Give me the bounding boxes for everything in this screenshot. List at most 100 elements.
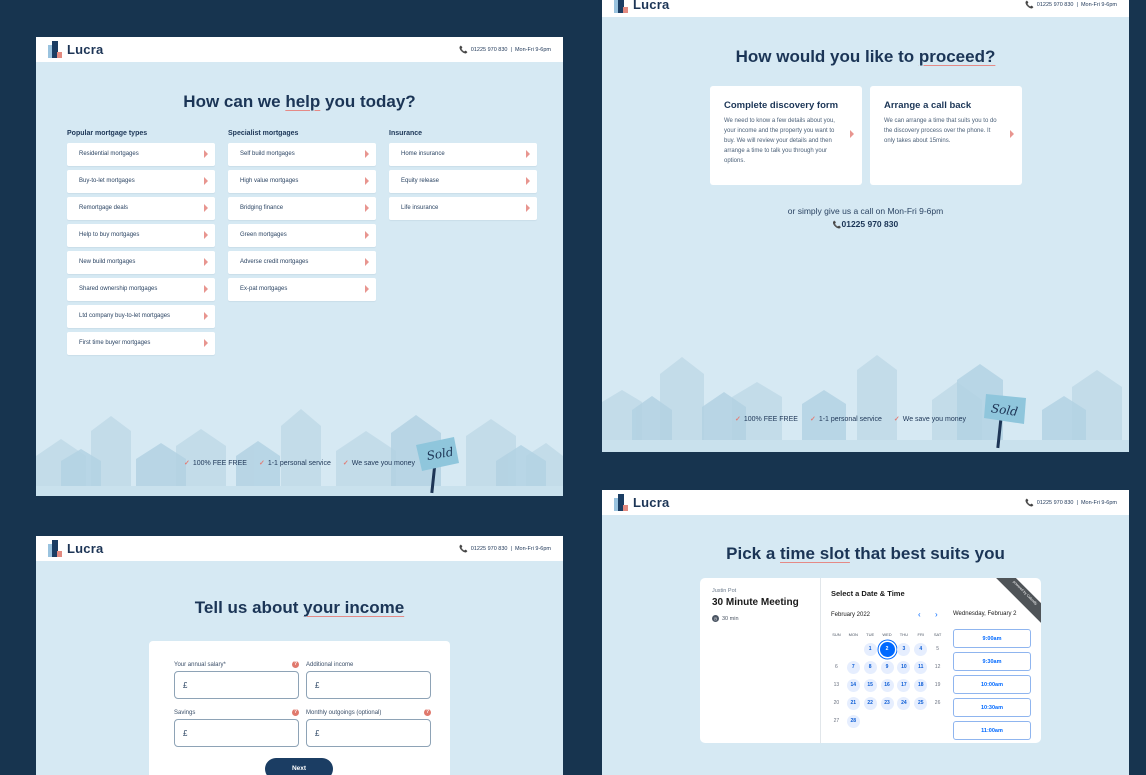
mortgage-option[interactable]: Green mortgages [228,224,376,247]
help-icon[interactable]: ? [292,661,299,668]
chevron-right-icon [526,177,530,186]
available-date[interactable]: 3 [895,641,912,658]
page-title: How would you like to proceed? [735,47,996,66]
mortgage-option[interactable]: Life insurance [389,197,537,220]
income-form: Your annual salary* ? £ Additional incom… [149,641,450,775]
sold-sign-icon: Sold [984,392,1032,452]
available-date[interactable]: 4 [912,641,929,658]
header-phone[interactable]: 01225 970 830 [1037,2,1074,8]
call-phone[interactable]: 📞01225 970 830 [602,219,1129,229]
selected-date[interactable]: 2 [879,641,896,658]
available-date[interactable]: 25 [912,695,929,712]
available-date[interactable]: 21 [845,695,862,712]
neighborhood-illustration [602,352,1129,452]
available-date[interactable]: 8 [862,659,879,676]
mortgage-option[interactable]: Home insurance [389,143,537,166]
phone-icon: 📞 [1025,499,1034,507]
available-date[interactable]: 9 [879,659,896,676]
additional-income-input[interactable]: £ [306,671,431,699]
check-icon: ✓ [734,416,741,423]
available-date[interactable]: 10 [895,659,912,676]
top-bar: Lucra 📞 01225 970 830 | Mon-Fri 9-6pm [36,37,563,62]
annual-salary-input[interactable]: £ [174,671,299,699]
feature-item: ✓ 1-1 personal service [258,459,331,468]
check-icon: ✓ [258,460,265,467]
feature-label: We save you money [902,415,967,423]
calendar-week: 13 14 15 16 17 18 19 [828,676,946,694]
savings-input[interactable]: £ [174,719,299,747]
available-date[interactable]: 16 [879,677,896,694]
available-date[interactable]: 24 [895,695,912,712]
mortgage-option[interactable]: Self build mortgages [228,143,376,166]
sold-sign-icon: Sold [414,437,462,496]
header-contact: 📞 01225 970 830 | Mon-Fri 9-6pm [459,46,551,54]
available-date[interactable]: 17 [895,677,912,694]
mortgage-option[interactable]: Ex-pat mortgages [228,278,376,301]
available-date[interactable]: 14 [845,677,862,694]
header-separator: | [510,46,512,53]
available-date[interactable]: 22 [862,695,879,712]
logo[interactable]: Lucra [614,494,669,511]
top-bar: Lucra 📞 01225 970 830 | Mon-Fri 9-6pm [602,0,1129,17]
available-date[interactable]: 15 [862,677,879,694]
logo[interactable]: Lucra [614,0,669,13]
mortgage-option[interactable]: Remortgage deals [67,197,215,220]
help-icon[interactable]: ? [292,709,299,716]
weekday-label: THU [899,632,908,637]
header-phone[interactable]: 01225 970 830 [471,47,508,53]
calendly-ribbon[interactable]: powered by Calendly [989,578,1041,629]
mortgage-option[interactable]: Equity release [389,170,537,193]
call-back-card[interactable]: Arrange a call back We can arrange a tim… [870,86,1022,185]
page-title: Pick a time slot that best suits you [726,544,1005,563]
column-title: Popular mortgage types [67,130,148,137]
header-phone[interactable]: 01225 970 830 [1037,500,1074,506]
calendar-title: Select a Date & Time [831,589,905,598]
weekday-label: TUE [866,632,875,637]
option-label: Bridging finance [240,205,284,212]
mortgage-option[interactable]: Adverse credit mortgages [228,251,376,274]
phone-icon: 📞 [459,545,468,553]
logo[interactable]: Lucra [48,41,103,58]
available-date[interactable]: 11 [912,659,929,676]
monthly-outgoings-input[interactable]: £ [306,719,431,747]
mortgage-option[interactable]: Help to buy mortgages [67,224,215,247]
popular-mortgages-column: Popular mortgage types Residential mortga… [67,130,215,359]
chevron-right-icon [365,150,369,159]
calendar-week: 1234 5 [828,640,946,658]
mortgage-option[interactable]: New build mortgages [67,251,215,274]
logo[interactable]: Lucra [48,540,103,557]
mortgage-option[interactable]: Shared ownership mortgages [67,278,215,301]
mortgage-option[interactable]: Buy-to-let mortgages [67,170,215,193]
logo-text: Lucra [633,0,670,12]
option-label: Remortgage deals [79,205,129,212]
feature-label: 1-1 personal service [267,459,331,467]
feature-item: ✓ 100% FEE FREE [734,415,798,424]
help-icon[interactable]: ? [424,709,431,716]
discovery-form-card[interactable]: Complete discovery form We need to know … [710,86,862,185]
field-label: Monthly outgoings (optional) [306,710,382,716]
option-label: Ltd company buy-to-let mortgages [79,313,171,320]
time-slot-button[interactable]: 9:00am [953,629,1031,648]
next-button[interactable]: Next [265,758,333,775]
check-icon: ✓ [893,416,900,423]
header-phone[interactable]: 01225 970 830 [471,546,508,552]
mortgage-option[interactable]: Ltd company buy-to-let mortgages [67,305,215,328]
mortgage-option[interactable]: Residential mortgages [67,143,215,166]
time-slot-button[interactable]: 11:00am [953,721,1031,740]
chevron-right-icon [1010,130,1014,138]
available-date[interactable]: 1 [862,641,879,658]
available-date[interactable]: 18 [912,677,929,694]
time-slot-button[interactable]: 9:30am [953,652,1031,671]
available-date[interactable]: 23 [879,695,896,712]
prev-month-icon[interactable]: ‹ [918,610,921,619]
mortgage-option[interactable]: High value mortgages [228,170,376,193]
mortgage-option[interactable]: Bridging finance [228,197,376,220]
next-month-icon[interactable]: › [935,610,938,619]
mortgage-option[interactable]: First time buyer mortgages [67,332,215,355]
available-date[interactable]: 28 [845,713,862,730]
available-date[interactable]: 7 [845,659,862,676]
time-slot-button[interactable]: 10:30am [953,698,1031,717]
unavailable-date: 6 [835,664,838,670]
option-label: Home insurance [401,151,445,158]
time-slot-button[interactable]: 10:00am [953,675,1031,694]
